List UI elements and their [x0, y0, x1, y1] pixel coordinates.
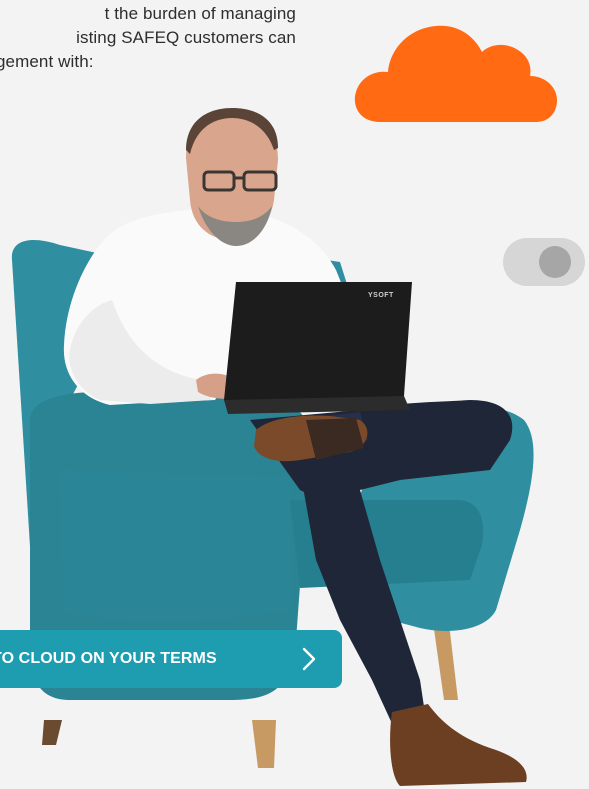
intro-text: t the burden of managing isting SAFEQ cu…	[0, 2, 296, 74]
chair-front	[60, 470, 290, 620]
intro-line-3: gement with:	[0, 52, 94, 71]
cloud-terms-button[interactable]: TO CLOUD ON YOUR TERMS	[0, 630, 342, 688]
intro-line-1: t the burden of managing	[104, 4, 296, 23]
laptop-lid	[224, 282, 412, 406]
cloud-terms-label: TO CLOUD ON YOUR TERMS	[0, 650, 217, 667]
chair-leg	[42, 720, 62, 745]
chair-leg	[252, 720, 276, 768]
laptop-brand-label: YSOFT	[368, 292, 394, 299]
shoe	[390, 704, 527, 786]
intro-line-2: isting SAFEQ customers can	[76, 28, 296, 47]
chevron-right-icon	[302, 647, 316, 671]
